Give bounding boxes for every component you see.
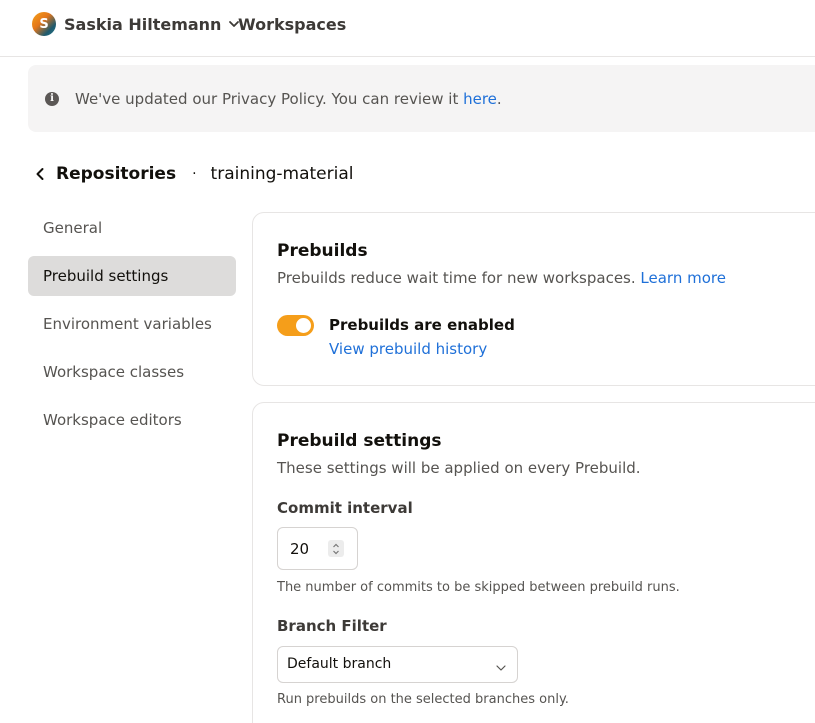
privacy-policy-banner: i We've updated our Privacy Policy. You … [28, 65, 815, 132]
chevron-down-icon[interactable] [495, 659, 507, 671]
top-navigation-bar: S Saskia Hiltemann Workspaces [0, 0, 815, 57]
nav-workspaces-link[interactable]: Workspaces [238, 15, 346, 34]
sidebar-item-prebuild-settings[interactable]: Prebuild settings [28, 256, 236, 296]
commit-interval-input[interactable]: 20 [277, 527, 358, 570]
prebuilds-description: Prebuilds reduce wait time for new works… [277, 269, 726, 287]
branch-filter-value[interactable]: Default branch [287, 656, 391, 672]
info-icon: i [45, 91, 59, 106]
number-stepper[interactable] [328, 540, 344, 557]
breadcrumb-separator: · [192, 166, 197, 182]
sidebar-item-workspace-editors[interactable]: Workspace editors [28, 400, 236, 440]
branch-filter-hint: Run prebuilds on the selected branches o… [277, 692, 569, 707]
breadcrumb: Repositories · training-material [32, 162, 354, 186]
prebuild-settings-description: These settings will be applied on every … [277, 459, 641, 477]
prebuilds-title: Prebuilds [277, 241, 368, 261]
view-prebuild-history-link[interactable]: View prebuild history [329, 340, 487, 358]
branch-filter-select[interactable]: Default branch [277, 646, 518, 683]
breadcrumb-repo-name: training-material [210, 164, 354, 184]
prebuilds-description-text: Prebuilds reduce wait time for new works… [277, 269, 641, 287]
breadcrumb-repositories-link[interactable]: Repositories [56, 164, 176, 184]
commit-interval-value[interactable]: 20 [290, 540, 309, 558]
prebuilds-card: Prebuilds Prebuilds reduce wait time for… [252, 212, 815, 386]
prebuilds-toggle[interactable] [277, 315, 314, 336]
prebuilds-toggle-label: Prebuilds are enabled [329, 316, 515, 334]
prebuild-settings-title: Prebuild settings [277, 431, 442, 451]
banner-text: We've updated our Privacy Policy. You ca… [75, 90, 502, 108]
sidebar-item-environment-variables[interactable]: Environment variables [28, 304, 236, 344]
commit-interval-hint: The number of commits to be skipped betw… [277, 580, 680, 595]
toggle-knob [296, 318, 311, 333]
avatar[interactable]: S [32, 12, 56, 36]
commit-interval-label: Commit interval [277, 499, 413, 517]
banner-message: We've updated our Privacy Policy. You ca… [75, 89, 464, 108]
banner-suffix: . [496, 89, 502, 108]
chevron-left-icon[interactable] [32, 166, 48, 182]
sidebar-item-workspace-classes[interactable]: Workspace classes [28, 352, 236, 392]
branch-filter-label: Branch Filter [277, 617, 387, 635]
privacy-policy-link[interactable]: here [463, 90, 497, 108]
stepper-arrows-icon[interactable] [331, 542, 341, 556]
sidebar-item-general[interactable]: General [28, 208, 236, 248]
prebuild-settings-card: Prebuild settings These settings will be… [252, 402, 815, 723]
settings-sidebar: General Prebuild settings Environment va… [28, 208, 236, 448]
learn-more-link[interactable]: Learn more [640, 269, 726, 287]
user-name[interactable]: Saskia Hiltemann [64, 15, 221, 34]
user-menu[interactable]: S Saskia Hiltemann [32, 12, 241, 36]
